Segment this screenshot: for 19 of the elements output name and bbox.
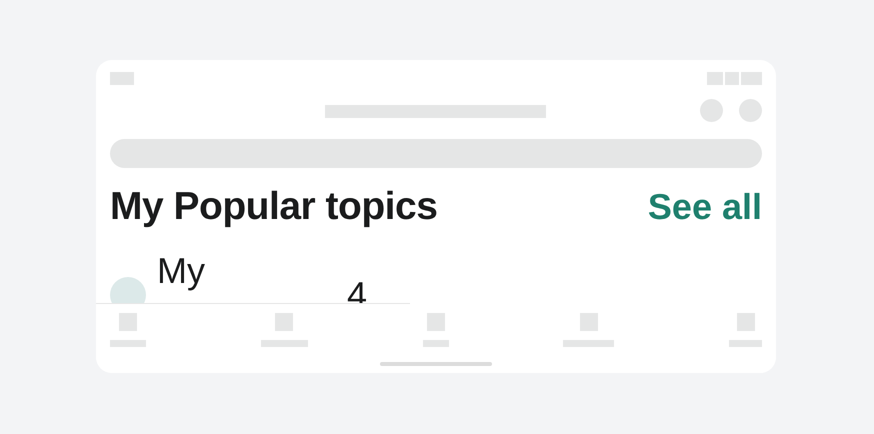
icon-placeholder xyxy=(736,313,754,331)
placeholder-bar xyxy=(725,72,739,85)
placeholder-circle xyxy=(700,98,723,122)
label-placeholder xyxy=(260,340,308,347)
placeholder-bar xyxy=(741,72,762,85)
label-placeholder xyxy=(729,340,762,347)
icon-placeholder xyxy=(580,313,598,331)
icon-placeholder xyxy=(275,313,294,331)
label-placeholder xyxy=(110,340,146,347)
topic-title: My xyxy=(157,251,205,291)
icon-placeholder xyxy=(426,313,444,331)
placeholder-bar xyxy=(707,72,723,85)
label-placeholder xyxy=(563,340,614,347)
label-placeholder xyxy=(422,340,448,347)
section-title: My Popular topics xyxy=(110,185,438,229)
icon-placeholder xyxy=(119,313,137,331)
placeholder-circle xyxy=(739,98,762,122)
placeholder-bar xyxy=(110,72,134,85)
see-all-link[interactable]: See all xyxy=(648,186,762,228)
